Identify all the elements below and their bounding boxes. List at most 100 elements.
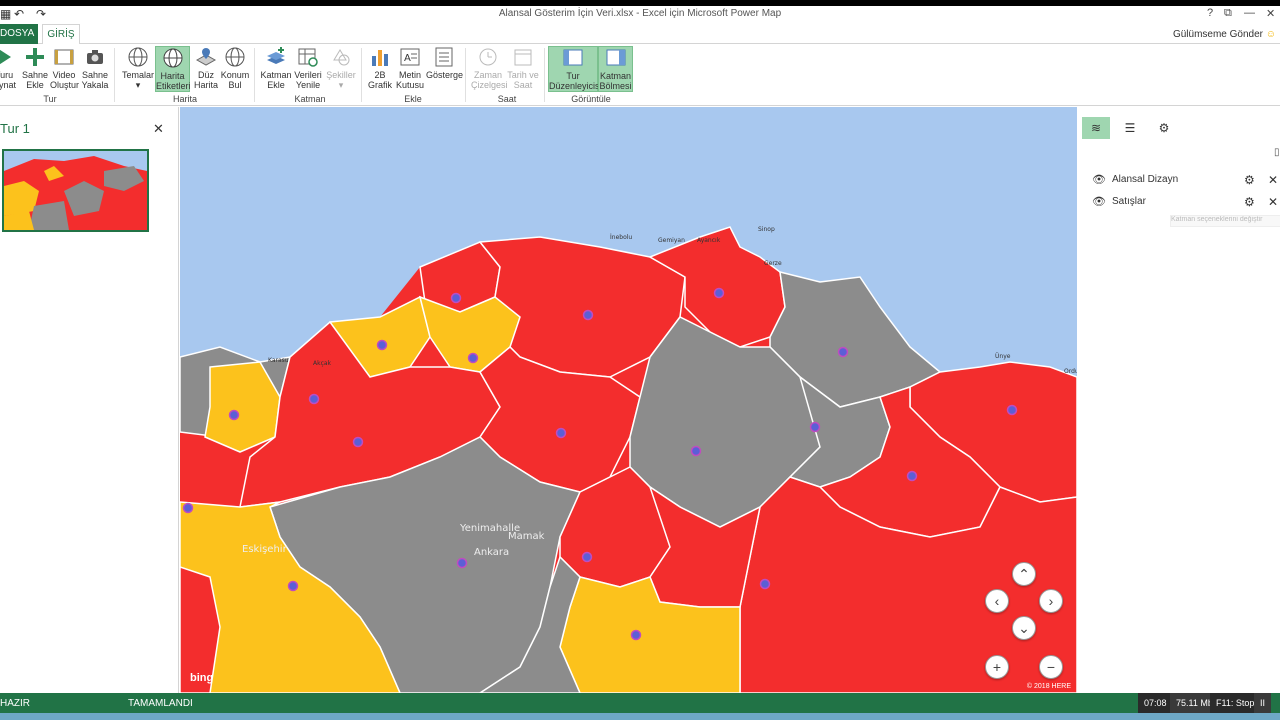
group-time-label: Saat [497,94,517,104]
pan-right-button[interactable]: › [1039,589,1063,613]
scene-thumbnail[interactable] [2,149,149,232]
tour-editor-pane: Tur 1 ✕ [0,107,179,693]
find-location-button[interactable]: Konum Bul [220,46,250,90]
tour-title: Tur 1 [0,121,30,136]
data-marker[interactable] [456,557,468,569]
layer-name: Alansal Dizayn [1112,174,1179,185]
status-bar: HAZIR TAMAMLANDI 07:08 75.11 Mb F11: Sto… [0,693,1280,713]
map-label: Akçak [313,360,332,367]
data-marker[interactable] [555,427,567,439]
shapes-label: Şekiller [326,70,356,80]
zoom-out-button[interactable]: − [1039,655,1063,679]
legend-label: Gösterge [426,70,464,80]
map-copyright: © 2018 HERE [1026,683,1071,690]
minimize-button[interactable]: — [1244,7,1255,19]
map-canvas[interactable]: İnebolu Gemiyan Ayancık Sinop Gerze Karasu Akç… [180,107,1077,693]
remove-layer-icon[interactable]: ✕ [1268,171,1278,189]
plus-icon [26,48,44,66]
group-map-label: Harita [172,94,197,104]
pan-up-button[interactable]: ⌃ [1012,562,1036,586]
data-marker[interactable] [376,339,388,351]
data-marker[interactable] [906,470,918,482]
data-marker[interactable] [287,580,299,592]
close-tour-pane-button[interactable]: ✕ [153,121,164,137]
legend-icon [435,47,453,67]
add-layer-label: Katman Ekle [260,70,292,90]
layer-settings-icon[interactable]: ⚙ [1244,193,1255,211]
map-label: İnebolu [610,234,632,241]
new-scene-button[interactable]: Sahne Ekle [22,46,48,90]
recording-stop-button[interactable]: F11: Stop [1210,693,1261,713]
recording-pause-button[interactable]: II [1254,693,1272,713]
ribbon-separator [361,48,362,102]
data-marker[interactable] [352,436,364,448]
layer-row[interactable]: 👁 Satışlar ⚙ ✕ [1092,193,1280,211]
data-marker[interactable] [837,346,849,358]
layer-pane-label: Katman Bölmesi [599,71,632,91]
data-marker[interactable] [228,409,240,421]
layer-settings-icon[interactable]: ⚙ [1244,171,1255,189]
refresh-data-button[interactable]: Verileri Yenile [294,46,322,90]
svg-text:A: A [404,53,411,64]
title-bar: ▦ ↶ ↷ Alansal Gösterim İçin Veri.xlsx - … [0,6,1280,24]
camera-icon [87,50,103,64]
pan-down-button[interactable]: ⌄ [1012,616,1036,640]
eye-icon[interactable]: 👁 [1092,171,1106,189]
chart-2d-button[interactable]: 2B Grafik [367,46,393,90]
tour-editor-button[interactable]: Tur Düzenleyicisi [548,46,602,92]
tour-editor-icon [563,49,583,66]
data-marker[interactable] [467,352,479,364]
layer-pane-button[interactable]: Katman Bölmesi [598,46,633,92]
calendar-icon [514,49,532,66]
map-label: Gerze [764,260,782,267]
data-marker[interactable] [308,393,320,405]
zoom-in-button[interactable]: + [985,655,1009,679]
pan-left-button[interactable]: ‹ [985,589,1009,613]
legend-button[interactable]: Gösterge [426,46,464,80]
map-labels-button[interactable]: Harita Etiketleri [155,46,191,92]
settings-tab[interactable]: ⚙ [1150,117,1178,139]
pane-clipboard-icon[interactable]: ▯ [1274,147,1280,158]
remove-layer-icon[interactable]: ✕ [1268,193,1278,211]
layers-add-icon [267,47,285,64]
find-location-label: Konum Bul [220,70,250,90]
eye-icon[interactable]: 👁 [1092,193,1106,211]
restore-button[interactable]: ⧉ [1224,7,1232,20]
flat-map-button[interactable]: Düz Harita [192,46,220,90]
create-video-button[interactable]: Video Oluştur [50,46,79,90]
send-smile-button[interactable]: Gülümseme Gönder ☺ [1173,29,1276,40]
shapes-button[interactable]: Şekiller ▾ [326,46,356,90]
data-marker[interactable] [759,578,771,590]
data-marker[interactable] [1006,404,1018,416]
layers-tab[interactable]: ≋ [1082,117,1110,139]
data-marker[interactable] [582,309,594,321]
map-label: Sinop [758,226,775,233]
close-window-button[interactable]: ✕ [1266,7,1275,20]
tab-file[interactable]: DOSYA [0,24,38,44]
data-marker[interactable] [450,292,462,304]
data-marker[interactable] [182,502,194,514]
data-marker[interactable] [581,551,593,563]
layer-list-tab[interactable]: ☰ [1116,117,1144,139]
globe-labels-icon [163,48,182,68]
themes-button[interactable]: Temalar ▾ [121,46,155,90]
play-tour-button[interactable]: Turu Oynat [0,46,16,90]
capture-scene-button[interactable]: Sahne Yakala [81,46,109,90]
status-ready: HAZIR [0,698,30,709]
taskbar [0,713,1280,720]
bing-logo: bing [190,672,214,684]
ribbon-separator [544,48,545,102]
tab-home[interactable]: GİRİŞ [42,24,80,45]
data-marker[interactable] [809,421,821,433]
help-button[interactable]: ? [1207,7,1213,19]
smile-icon: ☺ [1265,29,1276,40]
timeline-button[interactable]: Zaman Çizelgesi [471,46,508,90]
data-marker[interactable] [630,629,642,641]
map-label: Ünye [995,353,1011,360]
data-marker[interactable] [690,445,702,457]
data-marker[interactable] [713,287,725,299]
layer-row[interactable]: 👁 Alansal Dizayn ⚙ ✕ [1092,171,1280,189]
add-layer-button[interactable]: Katman Ekle [260,46,292,90]
text-box-button[interactable]: A Metin Kutusu [396,46,424,90]
date-time-button[interactable]: Tarih ve Saat [507,46,539,90]
